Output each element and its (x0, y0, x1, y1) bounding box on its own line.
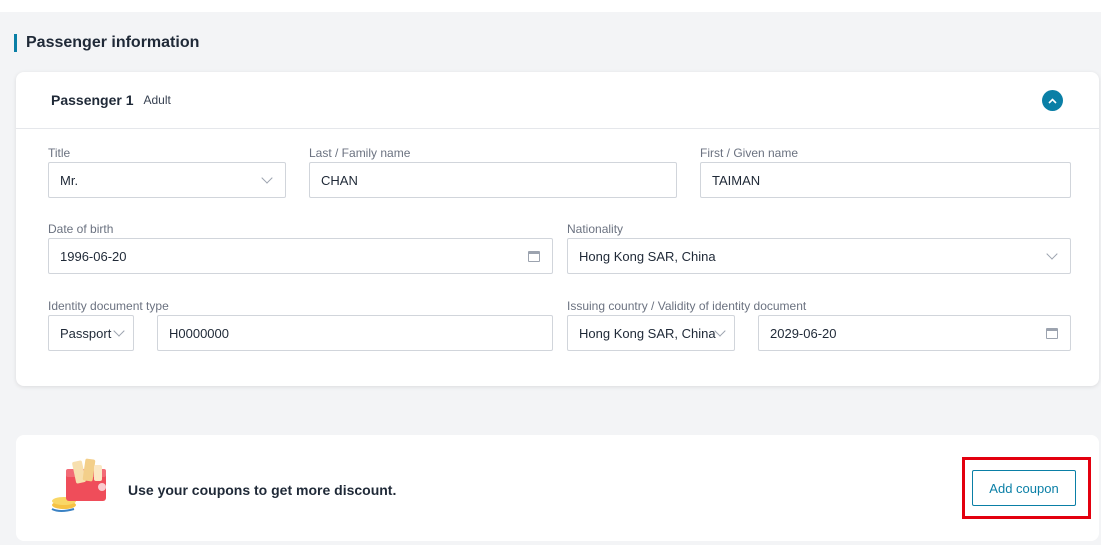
section-accent-bar (14, 34, 17, 52)
id-doc-number-value: H0000000 (169, 325, 229, 341)
chevron-down-icon (261, 172, 273, 184)
passenger-card-header[interactable]: Passenger 1 Adult (16, 72, 1099, 129)
id-doc-number-field[interactable]: H0000000 (157, 315, 553, 351)
last-name-field[interactable]: CHAN (309, 162, 677, 198)
id-doc-type-label: Identity document type (48, 299, 169, 313)
id-doc-type-select[interactable]: Passport (48, 315, 134, 351)
title-select[interactable]: Mr. (48, 162, 286, 198)
passenger-card: Passenger 1 Adult Title Mr. Last / Famil… (16, 72, 1099, 386)
dob-field[interactable]: 1996-06-20 (48, 238, 553, 274)
first-name-value: TAIMAN (712, 172, 761, 188)
top-strip (0, 0, 1101, 12)
coupon-card: Use your coupons to get more discount. A… (16, 435, 1099, 541)
section-header: Passenger information (14, 33, 199, 53)
chevron-down-icon (113, 325, 125, 337)
issuing-label: Issuing country / Validity of identity d… (567, 299, 807, 313)
last-name-label: Last / Family name (309, 146, 411, 160)
section-title: Passenger information (26, 34, 200, 51)
issuing-country-select[interactable]: Hong Kong SAR, China (567, 315, 735, 351)
passenger-type: Adult (143, 93, 171, 107)
highlight-box (962, 457, 1091, 519)
dob-value: 1996-06-20 (60, 248, 127, 264)
chevron-down-icon (714, 325, 726, 337)
title-label: Title (48, 146, 71, 160)
coupon-gift-icon (51, 458, 106, 512)
id-doc-type-value: Passport (60, 325, 112, 341)
calendar-icon[interactable] (528, 250, 540, 262)
validity-value: 2029-06-20 (770, 325, 837, 341)
nationality-value: Hong Kong SAR, China (579, 248, 716, 264)
passenger-name: Passenger 1 (51, 92, 134, 108)
issuing-country-value: Hong Kong SAR, China (579, 325, 716, 341)
chevron-up-icon (1048, 97, 1057, 104)
collapse-button[interactable] (1042, 90, 1063, 111)
first-name-label: First / Given name (700, 146, 799, 160)
coupon-message: Use your coupons to get more discount. (128, 482, 397, 498)
last-name-value: CHAN (321, 172, 358, 188)
validity-field[interactable]: 2029-06-20 (758, 315, 1071, 351)
title-value: Mr. (60, 172, 79, 188)
calendar-icon[interactable] (1046, 327, 1058, 339)
nationality-label: Nationality (567, 222, 624, 236)
nationality-select[interactable]: Hong Kong SAR, China (567, 238, 1071, 274)
dob-label: Date of birth (48, 222, 114, 236)
chevron-down-icon (1046, 248, 1058, 260)
first-name-field[interactable]: TAIMAN (700, 162, 1071, 198)
